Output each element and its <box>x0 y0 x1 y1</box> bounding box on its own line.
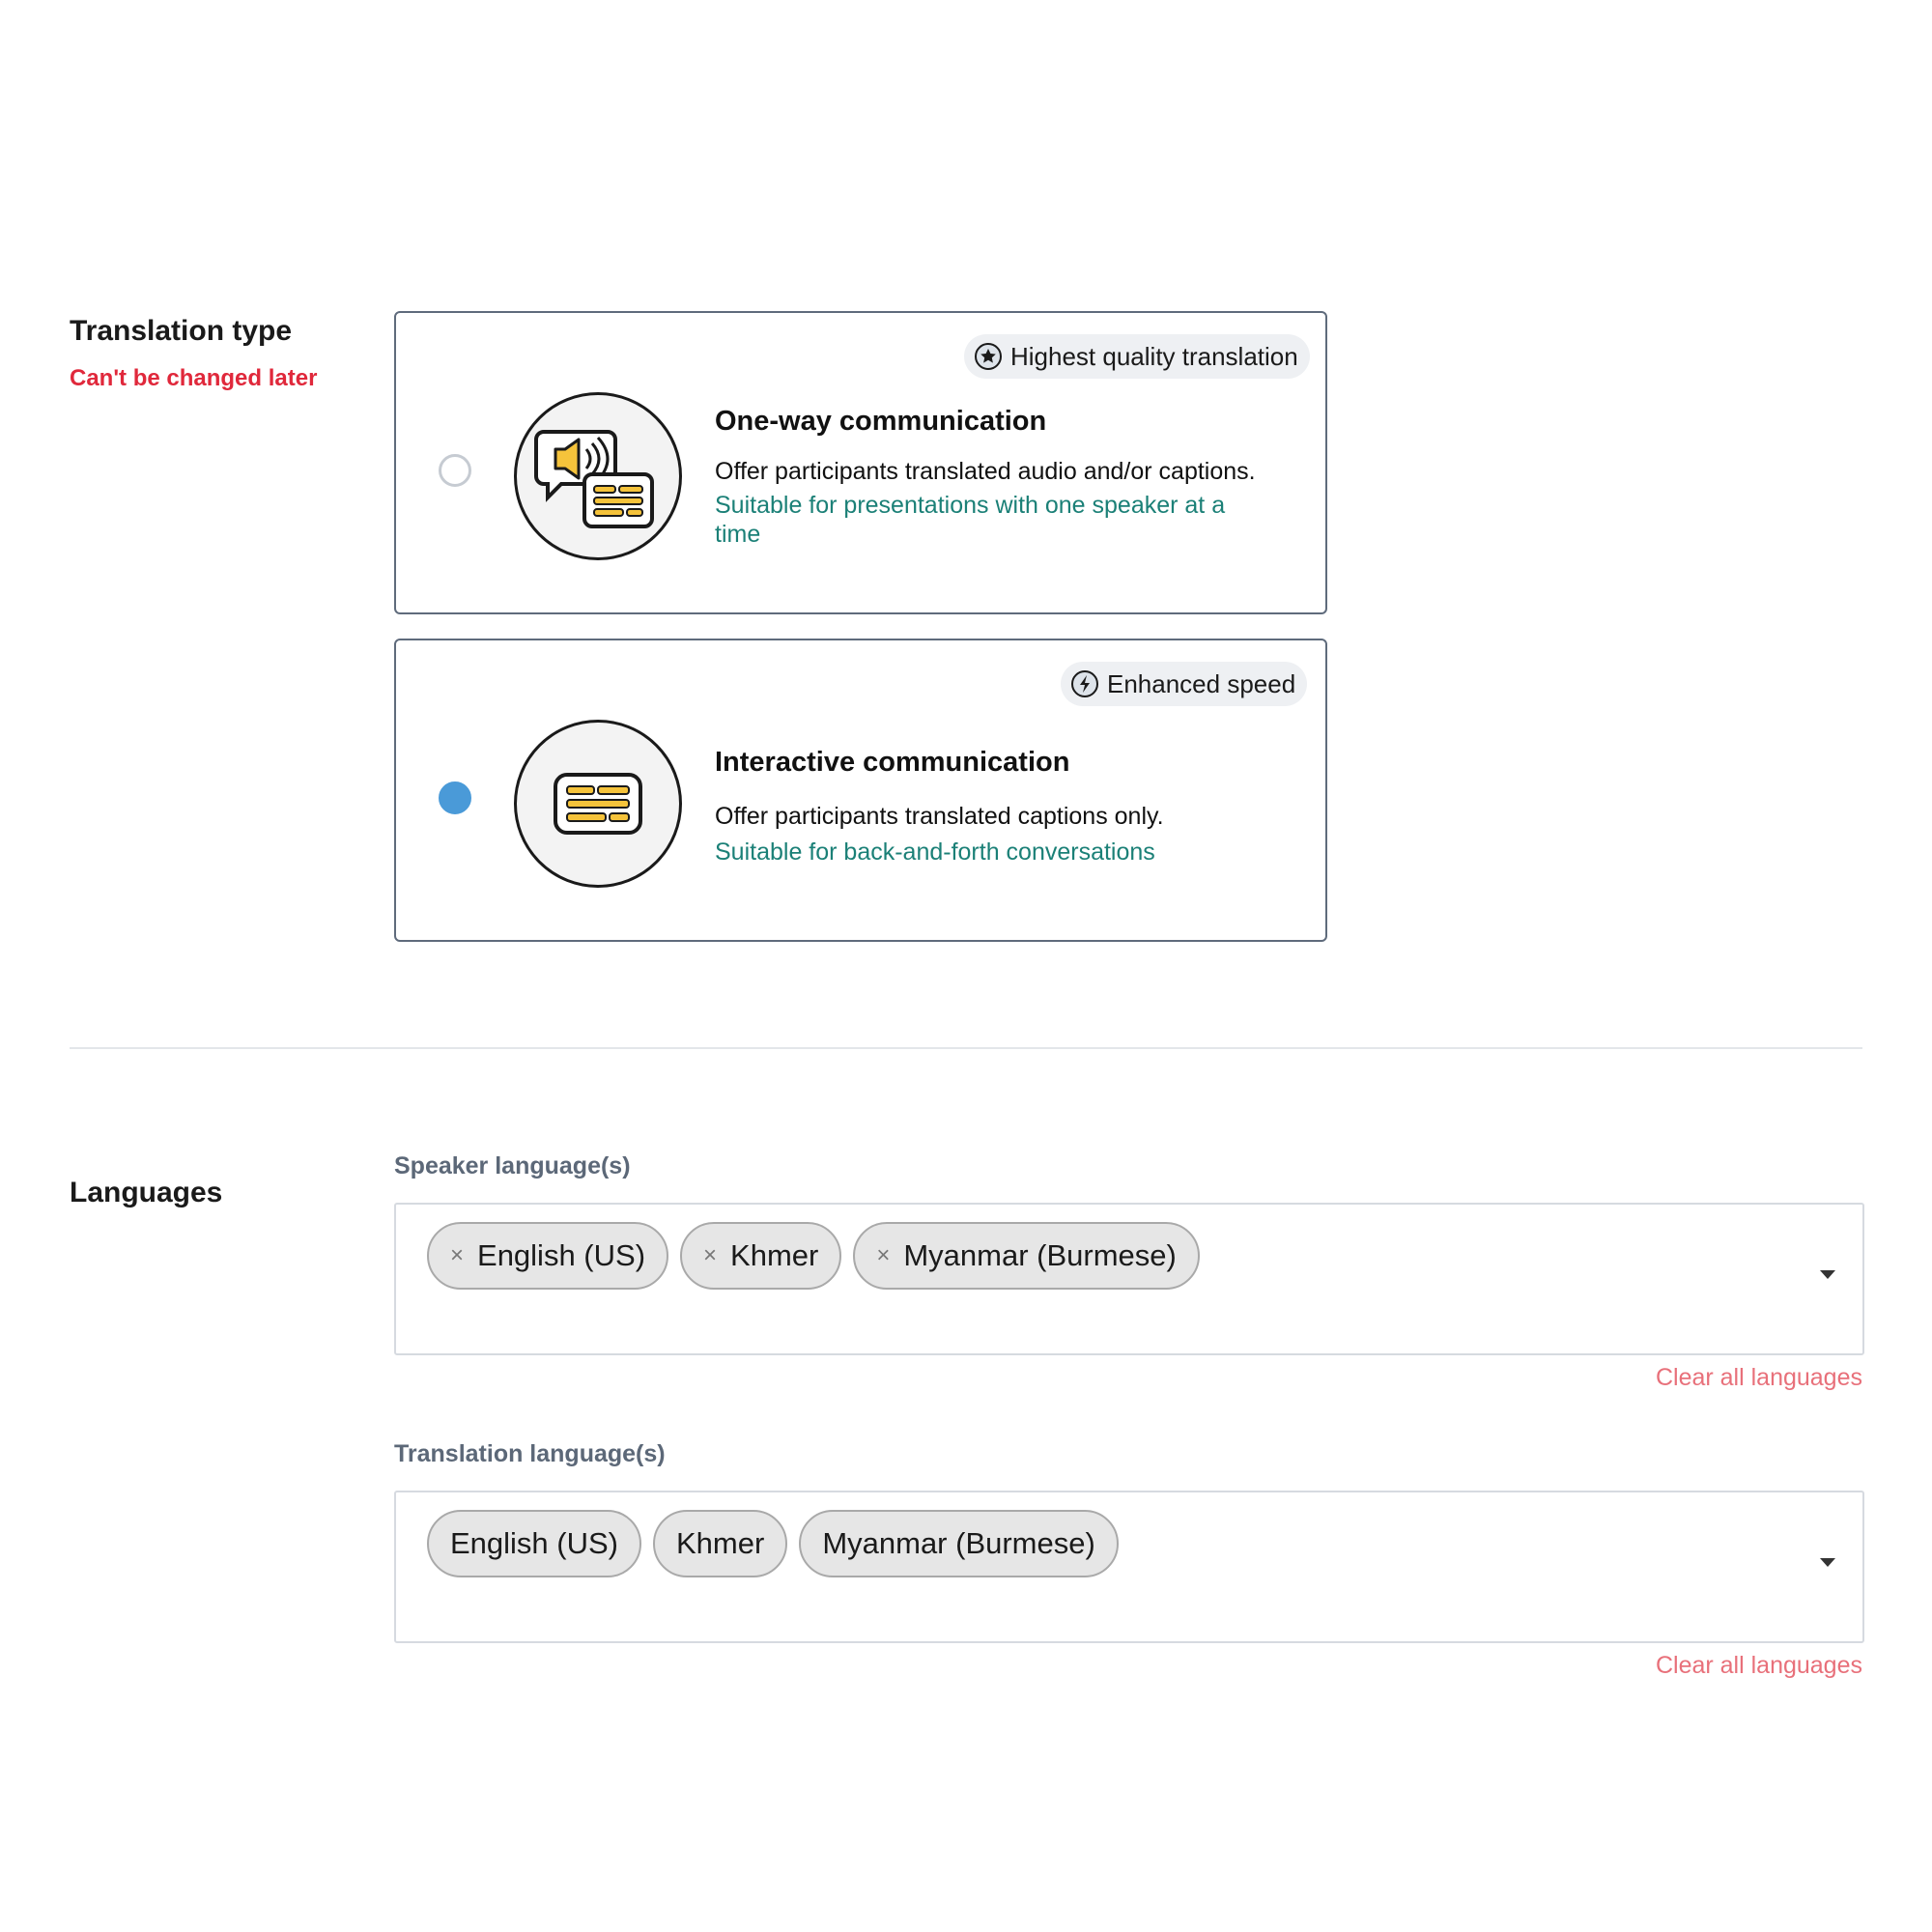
radio-interactive[interactable] <box>439 781 471 814</box>
badge-enhanced-speed: Enhanced speed <box>1061 662 1308 706</box>
translation-language-select[interactable]: English (US) Khmer Myanmar (Burmese) <box>394 1491 1864 1643</box>
option-note: Suitable for presentations with one spea… <box>715 492 1226 548</box>
language-chip[interactable]: Myanmar (Burmese) <box>799 1510 1119 1577</box>
chevron-down-icon[interactable] <box>1820 1270 1835 1279</box>
language-chip[interactable]: × Myanmar (Burmese) <box>853 1222 1200 1290</box>
clear-speaker-languages-link[interactable]: Clear all languages <box>1656 1364 1862 1392</box>
chip-label: Khmer <box>730 1238 819 1272</box>
option-card-interactive[interactable]: Enhanced speed Interactive communication… <box>394 639 1327 942</box>
chip-label: English (US) <box>450 1526 618 1560</box>
clear-translation-languages-link[interactable]: Clear all languages <box>1656 1652 1862 1680</box>
language-chip[interactable]: × English (US) <box>427 1222 669 1290</box>
speaker-language-select[interactable]: × English (US) × Khmer × Myanmar (Burmes… <box>394 1203 1864 1355</box>
chip-label: Khmer <box>676 1526 765 1560</box>
star-icon <box>974 342 1003 371</box>
speaker-language-label: Speaker language(s) <box>394 1152 631 1179</box>
badge-highest-quality: Highest quality translation <box>964 334 1310 379</box>
option-title: One-way communication <box>715 406 1047 437</box>
lightning-icon <box>1070 669 1099 698</box>
option-card-one-way[interactable]: Highest quality translation One-way comm… <box>394 311 1327 614</box>
radio-one-way[interactable] <box>439 454 471 487</box>
audio-captions-icon <box>514 392 682 560</box>
remove-chip-icon[interactable]: × <box>876 1242 890 1269</box>
option-note: Suitable for back-and-forth conversation… <box>715 838 1155 866</box>
language-chip[interactable]: × Khmer <box>680 1222 842 1290</box>
chip-label: English (US) <box>477 1238 646 1272</box>
language-chip[interactable]: English (US) <box>427 1510 641 1577</box>
chip-label: Myanmar (Burmese) <box>903 1238 1177 1272</box>
speaker-chip-list: × English (US) × Khmer × Myanmar (Burmes… <box>427 1222 1200 1290</box>
languages-title: Languages <box>70 1177 223 1208</box>
translation-chip-list: English (US) Khmer Myanmar (Burmese) <box>427 1510 1119 1577</box>
remove-chip-icon[interactable]: × <box>703 1242 717 1269</box>
cant-change-warning: Can't be changed later <box>70 365 318 391</box>
language-chip[interactable]: Khmer <box>653 1510 788 1577</box>
badge-label: Highest quality translation <box>1010 341 1298 371</box>
option-title: Interactive communication <box>715 747 1070 778</box>
chip-label: Myanmar (Burmese) <box>822 1526 1095 1560</box>
option-description: Offer participants translated audio and/… <box>715 458 1256 485</box>
remove-chip-icon[interactable]: × <box>450 1242 464 1269</box>
section-divider <box>70 1047 1862 1049</box>
translation-language-label: Translation language(s) <box>394 1440 666 1467</box>
badge-label: Enhanced speed <box>1107 668 1296 698</box>
chevron-down-icon[interactable] <box>1820 1558 1835 1567</box>
option-description: Offer participants translated captions o… <box>715 803 1164 830</box>
captions-icon <box>514 720 682 888</box>
translation-type-title: Translation type <box>70 315 293 347</box>
